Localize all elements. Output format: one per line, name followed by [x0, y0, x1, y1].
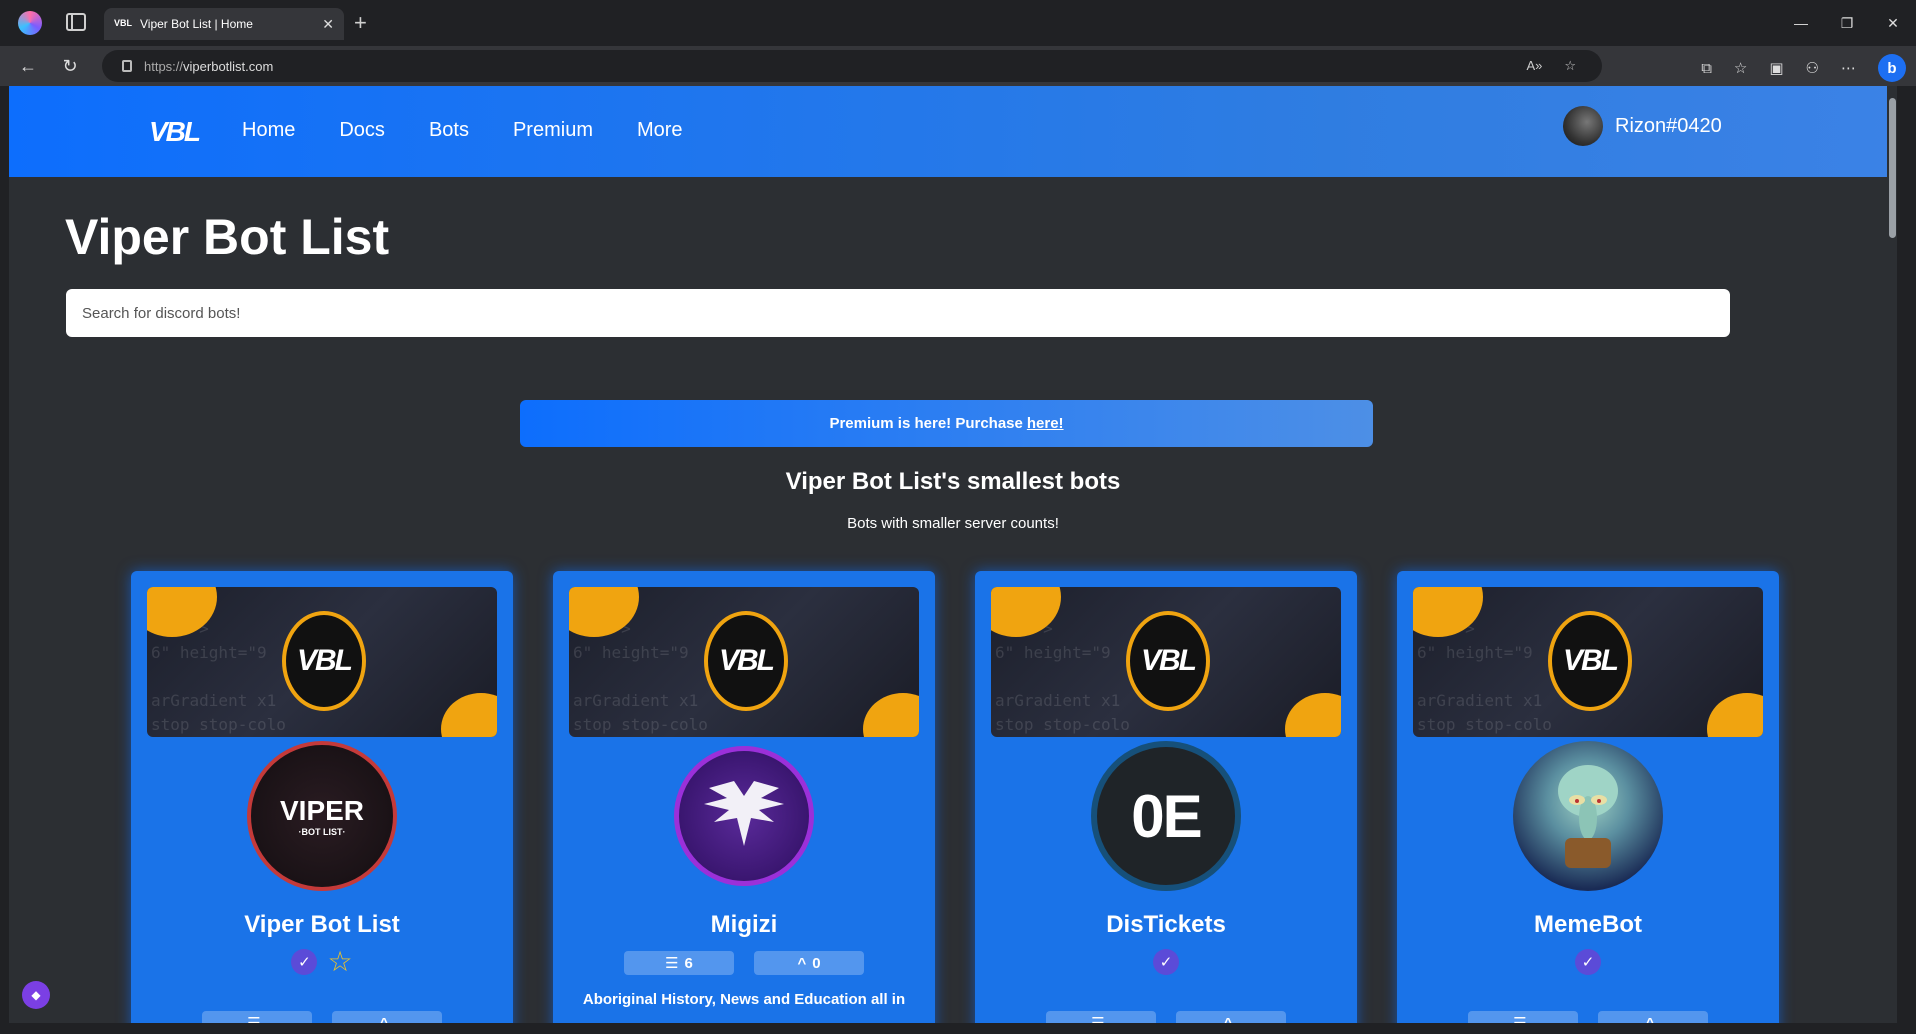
- bot-name[interactable]: DisTickets: [975, 911, 1357, 939]
- bot-card-viper-bot-list[interactable]: trol"> 6" height="9 arGradient x1 stop s…: [131, 571, 513, 1023]
- page-viewport: VBL Home Docs Bots Premium More Rizon#04…: [9, 86, 1897, 1023]
- page-title: Viper Bot List: [65, 209, 390, 265]
- server-count-badge: ☰ 6: [624, 951, 734, 975]
- url-field[interactable]: https://viperbotlist.com: [102, 50, 1602, 82]
- bot-avatar: [674, 746, 814, 886]
- browser-profile-icon[interactable]: [18, 11, 42, 35]
- user-menu[interactable]: Rizon#0420: [1563, 106, 1722, 146]
- nav-docs[interactable]: Docs: [339, 119, 385, 142]
- bot-banner: trol"> 6" height="9 arGradient x1 stop s…: [569, 587, 919, 737]
- bot-stats: ☰ 6 ^ 0: [553, 951, 935, 975]
- bot-card-distickets[interactable]: trol"> 6" height="9 arGradient x1 stop s…: [975, 571, 1357, 1023]
- tab-title: Viper Bot List | Home: [140, 17, 253, 31]
- url-text: https://viperbotlist.com: [144, 58, 274, 74]
- close-window-icon[interactable]: ✕: [1870, 0, 1916, 46]
- bot-banner: trol"> 6" height="9 arGradient x1 stop s…: [991, 587, 1341, 737]
- server-icon: ☰: [1513, 1014, 1526, 1023]
- restore-icon[interactable]: ❐: [1824, 0, 1870, 46]
- upvote-icon: ^: [379, 1014, 389, 1024]
- server-icon: ☰: [247, 1014, 260, 1023]
- server-icon: ☰: [1091, 1014, 1104, 1023]
- bot-name[interactable]: Migizi: [553, 911, 935, 939]
- scroll-thumb[interactable]: [1889, 98, 1896, 238]
- extensions-icon[interactable]: ⧉: [1701, 60, 1712, 77]
- favorite-star-icon[interactable]: ☆: [1564, 58, 1576, 74]
- eagle-icon: [704, 781, 784, 846]
- bot-badges: ✓ ☆: [131, 946, 513, 977]
- premium-text: Premium is here! Purchase: [829, 415, 1023, 432]
- bot-card-memebot[interactable]: trol"> 6" height="9 arGradient x1 stop s…: [1397, 571, 1779, 1023]
- server-count-badge: ☰: [1046, 1011, 1156, 1023]
- read-aloud-icon[interactable]: A»: [1526, 58, 1542, 74]
- search-input[interactable]: [66, 289, 1730, 337]
- server-count-badge: ☰: [1468, 1011, 1578, 1023]
- nav-premium[interactable]: Premium: [513, 119, 593, 142]
- server-icon: ☰: [665, 955, 679, 972]
- verified-check-icon: ✓: [291, 949, 318, 975]
- vbl-logo-icon: VBL: [1126, 611, 1210, 711]
- browser-tab[interactable]: VBL Viper Bot List | Home ✕: [104, 8, 344, 40]
- vote-count-badge[interactable]: ^: [332, 1011, 442, 1023]
- lock-icon: [122, 60, 132, 72]
- vote-count-badge[interactable]: ^: [1598, 1011, 1708, 1023]
- vote-count-badge[interactable]: ^: [1176, 1011, 1286, 1023]
- bot-avatar: VIPER ·BOT LIST·: [247, 741, 397, 891]
- site-logo[interactable]: VBL: [149, 116, 201, 148]
- bot-banner: trol"> 6" height="9 arGradient x1 stop s…: [147, 587, 497, 737]
- bot-badges: ✓: [975, 949, 1357, 975]
- share-icon[interactable]: ⚇: [1806, 59, 1819, 77]
- tab-close-icon[interactable]: ✕: [322, 16, 334, 33]
- bot-stats: ☰ ^: [1397, 1011, 1779, 1023]
- window-controls: — ❐ ✕: [1778, 0, 1916, 46]
- premium-link[interactable]: here!: [1027, 415, 1064, 432]
- user-name: Rizon#0420: [1615, 114, 1722, 137]
- bot-name[interactable]: Viper Bot List: [131, 911, 513, 939]
- section-subtitle: Bots with smaller server counts!: [847, 515, 1059, 532]
- avatar: [1563, 106, 1603, 146]
- bot-avatar: 0E: [1091, 741, 1241, 891]
- site-navbar: VBL Home Docs Bots Premium More Rizon#04…: [9, 86, 1897, 177]
- collections-icon[interactable]: ▣: [1769, 59, 1783, 77]
- bot-avatar: [1513, 741, 1663, 891]
- vote-count-badge[interactable]: ^ 0: [754, 951, 864, 975]
- nav-links: Home Docs Bots Premium More: [242, 119, 683, 142]
- bot-card-migizi[interactable]: trol"> 6" height="9 arGradient x1 stop s…: [553, 571, 935, 1023]
- squidward-avatar-icon: [1558, 765, 1618, 868]
- premium-star-icon: ☆: [327, 946, 353, 977]
- browser-tab-bar: VBL Viper Bot List | Home ✕ + — ❐ ✕: [0, 0, 1916, 46]
- bing-icon[interactable]: b: [1878, 54, 1906, 82]
- server-count-badge: ☰: [202, 1011, 312, 1023]
- bot-description: Aboriginal History, News and Education a…: [582, 991, 906, 1008]
- verified-check-icon: ✓: [1153, 949, 1179, 975]
- floating-assistant-icon[interactable]: ◆: [22, 981, 50, 1009]
- minimize-icon[interactable]: —: [1778, 0, 1824, 46]
- bot-stats: ☰ ^: [975, 1011, 1357, 1023]
- tab-favicon-icon: VBL: [114, 18, 132, 28]
- nav-home[interactable]: Home: [242, 119, 295, 142]
- new-tab-button[interactable]: +: [354, 10, 367, 36]
- page-scrollbar[interactable]: [1887, 86, 1897, 1023]
- upvote-icon: ^: [797, 954, 807, 972]
- back-icon[interactable]: ←: [16, 54, 40, 78]
- vbl-logo-icon: VBL: [704, 611, 788, 711]
- nav-bots[interactable]: Bots: [429, 119, 469, 142]
- premium-banner: Premium is here! Purchase here!: [520, 400, 1373, 447]
- bot-stats: ☰ ^: [131, 1011, 513, 1023]
- upvote-icon: ^: [1223, 1014, 1233, 1024]
- nav-more[interactable]: More: [637, 119, 683, 142]
- section-title: Viper Bot List's smallest bots: [785, 468, 1121, 495]
- browser-address-bar: ← ↻ https://viperbotlist.com A» ☆ ⧉ ☆ ▣ …: [0, 46, 1916, 86]
- verified-check-icon: ✓: [1575, 949, 1601, 975]
- favorites-icon[interactable]: ☆: [1734, 59, 1747, 77]
- more-menu-icon[interactable]: ⋯: [1841, 59, 1856, 77]
- bot-banner: trol"> 6" height="9 arGradient x1 stop s…: [1413, 587, 1763, 737]
- bot-badges: ✓: [1397, 949, 1779, 975]
- vbl-logo-icon: VBL: [1548, 611, 1632, 711]
- tab-actions-icon[interactable]: [66, 13, 86, 31]
- upvote-icon: ^: [1645, 1014, 1655, 1024]
- refresh-icon[interactable]: ↻: [58, 54, 82, 78]
- vbl-logo-icon: VBL: [282, 611, 366, 711]
- bot-name[interactable]: MemeBot: [1397, 911, 1779, 939]
